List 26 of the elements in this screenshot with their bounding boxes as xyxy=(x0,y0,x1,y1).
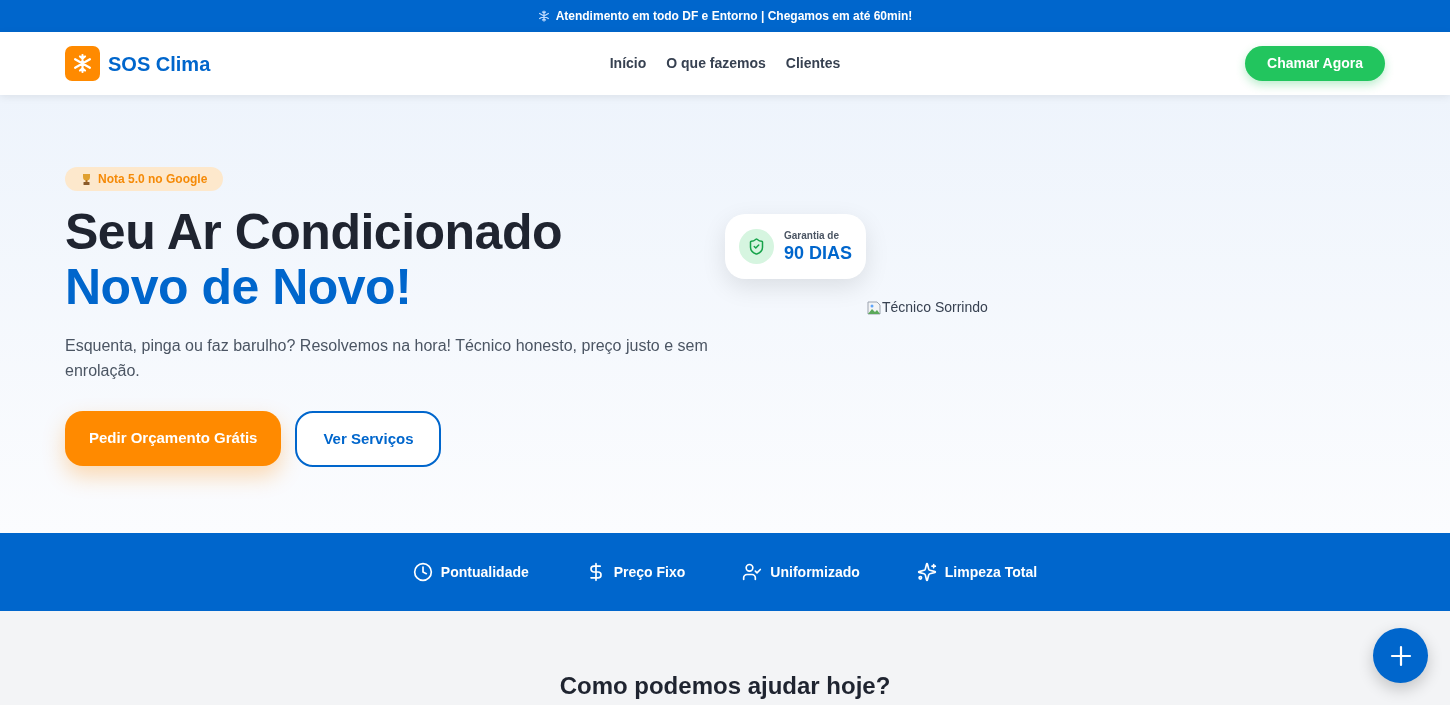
sparkles-icon xyxy=(916,562,937,582)
announcement-text: Atendimento em todo DF e Entorno | Chegamos em até 60min! xyxy=(555,8,913,25)
section-title: Como podemos ajudar hoje? xyxy=(559,673,891,699)
feature-label: Preço Fixo xyxy=(613,562,686,582)
nav-link[interactable]: Clientes xyxy=(785,53,841,74)
snowflake-logo-icon xyxy=(65,46,100,81)
trophy-icon xyxy=(81,173,92,185)
hero-description: Esquenta, pinga ou faz barulho? Resolvemos na hora! Técnico honesto, preço justo e sem enrolação. xyxy=(65,336,709,381)
broken-image: Técnico Sorrindo xyxy=(866,297,988,318)
logo-link[interactable]: SOS Clima xyxy=(65,46,211,81)
clock-icon xyxy=(412,562,433,582)
feature-label: Limpeza Total xyxy=(944,562,1038,582)
snowflake-icon xyxy=(537,10,550,22)
headline-highlight: Novo de Novo! xyxy=(65,260,412,315)
headline-text: Seu Ar Condicionado xyxy=(65,205,562,260)
nav-link[interactable]: Início xyxy=(609,53,647,74)
feature-label: Uniformizado xyxy=(770,562,860,582)
feature-label: Pontualidade xyxy=(440,562,529,582)
services-button[interactable]: Ver Serviços xyxy=(295,411,442,467)
shield-check-icon xyxy=(739,229,774,264)
rating-badge: Nota 5.0 no Google xyxy=(65,167,224,191)
guarantee-card: Garantia de 90 DIAS xyxy=(725,214,867,279)
broken-image-icon xyxy=(866,299,882,316)
nav-link[interactable]: O que fazemos xyxy=(666,53,766,74)
plus-icon xyxy=(1389,644,1412,667)
user-check-icon xyxy=(742,562,763,582)
